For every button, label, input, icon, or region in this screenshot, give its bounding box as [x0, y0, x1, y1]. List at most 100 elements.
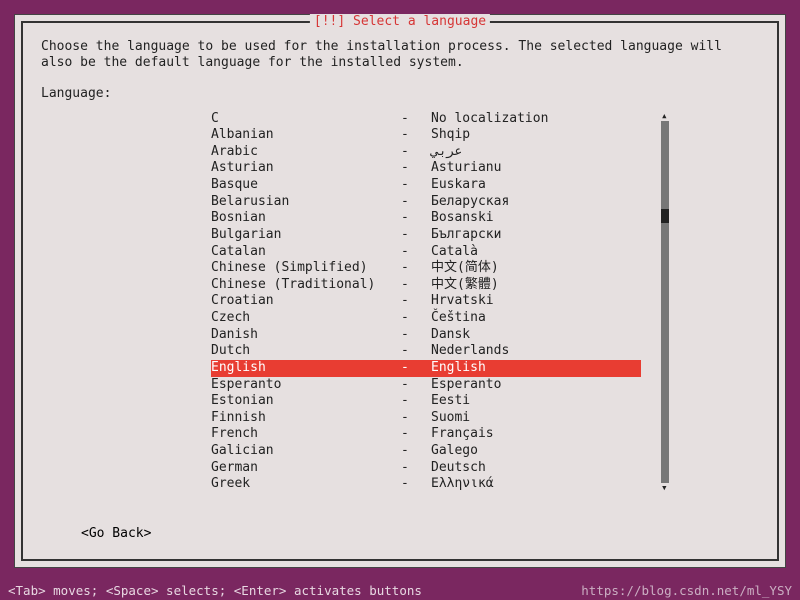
language-native: Deutsch: [431, 460, 641, 477]
language-option[interactable]: Albanian-Shqip: [211, 127, 641, 144]
separator: -: [401, 127, 431, 144]
language-name: Catalan: [211, 244, 401, 261]
language-name: Albanian: [211, 127, 401, 144]
language-option[interactable]: Chinese (Simplified)-中文(简体): [211, 260, 641, 277]
language-name: Galician: [211, 443, 401, 460]
language-option[interactable]: Danish-Dansk: [211, 327, 641, 344]
language-option[interactable]: Asturian-Asturianu: [211, 160, 641, 177]
separator: -: [401, 443, 431, 460]
separator: -: [401, 227, 431, 244]
language-dialog: [!!] Select a language Choose the langua…: [14, 14, 786, 568]
language-option[interactable]: English-English: [211, 360, 641, 377]
language-name: Bosnian: [211, 210, 401, 227]
language-option[interactable]: Chinese (Traditional)-中文(繁體): [211, 277, 641, 294]
language-native: Suomi: [431, 410, 641, 427]
scroll-thumb[interactable]: [661, 209, 669, 223]
language-option[interactable]: French-Français: [211, 426, 641, 443]
language-native: Ελληνικά: [431, 476, 641, 493]
language-option[interactable]: Galician-Galego: [211, 443, 641, 460]
language-option[interactable]: Finnish-Suomi: [211, 410, 641, 427]
language-option[interactable]: C-No localization: [211, 111, 641, 128]
language-native: Català: [431, 244, 641, 261]
language-option[interactable]: Basque-Euskara: [211, 177, 641, 194]
watermark-text: https://blog.csdn.net/ml_YSY: [581, 583, 792, 598]
language-native: Nederlands: [431, 343, 641, 360]
language-option[interactable]: German-Deutsch: [211, 460, 641, 477]
language-native: Български: [431, 227, 641, 244]
separator: -: [401, 343, 431, 360]
language-native: Euskara: [431, 177, 641, 194]
language-native: Shqip: [431, 127, 641, 144]
dialog-title: [!!] Select a language: [310, 14, 490, 29]
language-native: Беларуская: [431, 194, 641, 211]
language-native: English: [431, 360, 641, 377]
separator: -: [401, 310, 431, 327]
language-option[interactable]: Bulgarian-Български: [211, 227, 641, 244]
language-native: Čeština: [431, 310, 641, 327]
language-name: Dutch: [211, 343, 401, 360]
language-native: 中文(简体): [431, 260, 641, 277]
language-native: عربي: [431, 144, 641, 161]
language-name: Belarusian: [211, 194, 401, 211]
language-native: Dansk: [431, 327, 641, 344]
language-name: Estonian: [211, 393, 401, 410]
language-name: Basque: [211, 177, 401, 194]
language-name: C: [211, 111, 401, 128]
language-option[interactable]: Catalan-Català: [211, 244, 641, 261]
language-option[interactable]: Esperanto-Esperanto: [211, 377, 641, 394]
separator: -: [401, 210, 431, 227]
language-option[interactable]: Bosnian-Bosanski: [211, 210, 641, 227]
language-name: Danish: [211, 327, 401, 344]
separator: -: [401, 277, 431, 294]
separator: -: [401, 460, 431, 477]
language-native: Esperanto: [431, 377, 641, 394]
language-name: Esperanto: [211, 377, 401, 394]
scroll-down-icon[interactable]: ▾: [661, 483, 669, 493]
language-name: Greek: [211, 476, 401, 493]
footer-bar: <Tab> moves; <Space> selects; <Enter> ac…: [0, 580, 800, 600]
language-name: Chinese (Simplified): [211, 260, 401, 277]
language-label: Language:: [41, 86, 759, 101]
language-name: Bulgarian: [211, 227, 401, 244]
separator: -: [401, 360, 431, 377]
separator: -: [401, 111, 431, 128]
language-native: Français: [431, 426, 641, 443]
go-back-button[interactable]: <Go Back>: [81, 526, 151, 541]
language-option[interactable]: Estonian-Eesti: [211, 393, 641, 410]
language-native: Hrvatski: [431, 293, 641, 310]
separator: -: [401, 194, 431, 211]
separator: -: [401, 160, 431, 177]
language-option[interactable]: Belarusian-Беларуская: [211, 194, 641, 211]
separator: -: [401, 293, 431, 310]
language-native: Bosanski: [431, 210, 641, 227]
language-native: Eesti: [431, 393, 641, 410]
separator: -: [401, 377, 431, 394]
language-name: Finnish: [211, 410, 401, 427]
language-option[interactable]: Arabic-عربي: [211, 144, 641, 161]
language-native: Galego: [431, 443, 641, 460]
separator: -: [401, 327, 431, 344]
language-option[interactable]: Dutch-Nederlands: [211, 343, 641, 360]
footer-help-text: <Tab> moves; <Space> selects; <Enter> ac…: [8, 583, 422, 598]
language-native: 中文(繁體): [431, 277, 641, 294]
language-native: Asturianu: [431, 160, 641, 177]
scrollbar[interactable]: ▴ ▾: [661, 113, 669, 491]
language-option[interactable]: Greek-Ελληνικά: [211, 476, 641, 493]
separator: -: [401, 260, 431, 277]
language-option[interactable]: Czech-Čeština: [211, 310, 641, 327]
language-name: Asturian: [211, 160, 401, 177]
instruction-text: Choose the language to be used for the i…: [41, 39, 759, 72]
scroll-up-icon[interactable]: ▴: [661, 111, 669, 121]
language-name: Czech: [211, 310, 401, 327]
language-option[interactable]: Croatian-Hrvatski: [211, 293, 641, 310]
language-list: C-No localizationAlbanian-ShqipArabic-عر…: [211, 111, 641, 493]
separator: -: [401, 410, 431, 427]
language-name: Arabic: [211, 144, 401, 161]
separator: -: [401, 177, 431, 194]
language-name: German: [211, 460, 401, 477]
dialog-border: [!!] Select a language Choose the langua…: [21, 21, 779, 561]
language-name: French: [211, 426, 401, 443]
separator: -: [401, 244, 431, 261]
language-native: No localization: [431, 111, 641, 128]
language-name: English: [211, 360, 401, 377]
